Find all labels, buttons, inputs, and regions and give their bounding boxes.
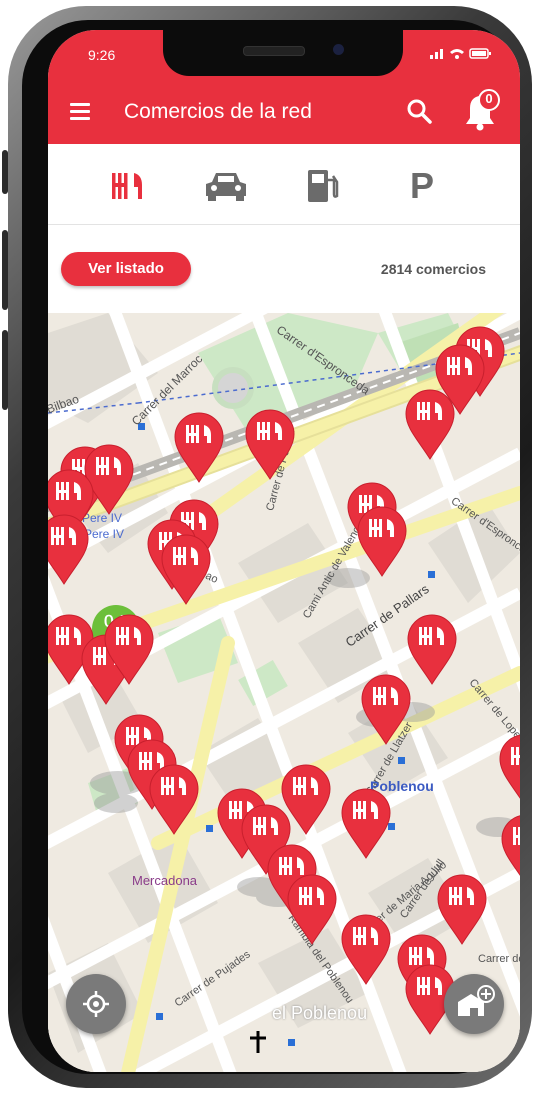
category-tabs: P: [48, 144, 520, 225]
restaurant-pin[interactable]: [244, 408, 296, 480]
app-screen: 9:26 Comercios de la red 0 P Ver listado…: [48, 30, 520, 1072]
front-camera: [333, 44, 344, 55]
parking-icon: P: [409, 165, 434, 206]
restaurant-pin[interactable]: [406, 613, 458, 685]
volume-down-button: [2, 330, 8, 410]
restaurant-pin[interactable]: [286, 873, 338, 945]
restaurant-pin[interactable]: [340, 787, 392, 859]
restaurant-pin[interactable]: [160, 533, 212, 605]
add-store-icon: [458, 985, 495, 1016]
comercios-count: 2814 comercios: [380, 261, 486, 277]
restaurant-pin[interactable]: [498, 733, 520, 805]
tab-gasolineras[interactable]: [294, 164, 354, 208]
restaurant-pin[interactable]: [356, 505, 408, 577]
fork-knife-icon: [112, 173, 142, 199]
page-title: Comercios de la red: [124, 100, 312, 123]
map-view[interactable]: Carrer del Marroc Carrer d'Espronceda Bi…: [48, 313, 520, 1072]
app-bar: Comercios de la red 0: [48, 80, 520, 144]
restaurant-pin[interactable]: [340, 913, 392, 985]
restaurant-pin[interactable]: [48, 513, 90, 585]
car-icon: [206, 173, 246, 201]
street-label: Carrer de Venecuela: [478, 953, 520, 965]
restaurant-pin[interactable]: [103, 613, 155, 685]
ver-listado-button[interactable]: Ver listado: [61, 252, 191, 286]
list-bar: Ver listado 2814 comercios: [48, 225, 520, 313]
status-time: 9:26: [88, 47, 116, 63]
place-label-mercadona: Mercadona: [132, 873, 198, 888]
status-bar: 9:26: [48, 30, 520, 80]
notifications-badge: 0: [485, 91, 493, 106]
notifications-bell-icon[interactable]: 0: [460, 88, 500, 132]
search-icon[interactable]: [406, 98, 432, 124]
restaurant-pin[interactable]: [404, 388, 456, 460]
restaurant-pin[interactable]: [148, 763, 200, 835]
restaurant-pin[interactable]: [360, 673, 412, 745]
tab-parking[interactable]: P: [392, 164, 452, 208]
fuel-icon: [308, 170, 339, 202]
speaker: [243, 46, 305, 56]
locate-me-button[interactable]: [66, 974, 126, 1034]
tab-coches[interactable]: [196, 164, 256, 208]
notch: [163, 30, 403, 76]
add-store-button[interactable]: [444, 974, 504, 1034]
target-icon: [83, 991, 109, 1017]
place-label-el-poblenou: el Poblenou: [272, 1003, 368, 1023]
mute-switch: [2, 150, 8, 194]
restaurant-pin[interactable]: [500, 813, 520, 885]
tab-restaurantes[interactable]: [98, 164, 158, 208]
system-status-icon: [430, 48, 491, 59]
restaurant-pin[interactable]: [173, 411, 225, 483]
hamburger-menu-icon[interactable]: [70, 103, 90, 121]
signal-wifi-battery-icons: [430, 47, 492, 62]
volume-up-button: [2, 230, 8, 310]
